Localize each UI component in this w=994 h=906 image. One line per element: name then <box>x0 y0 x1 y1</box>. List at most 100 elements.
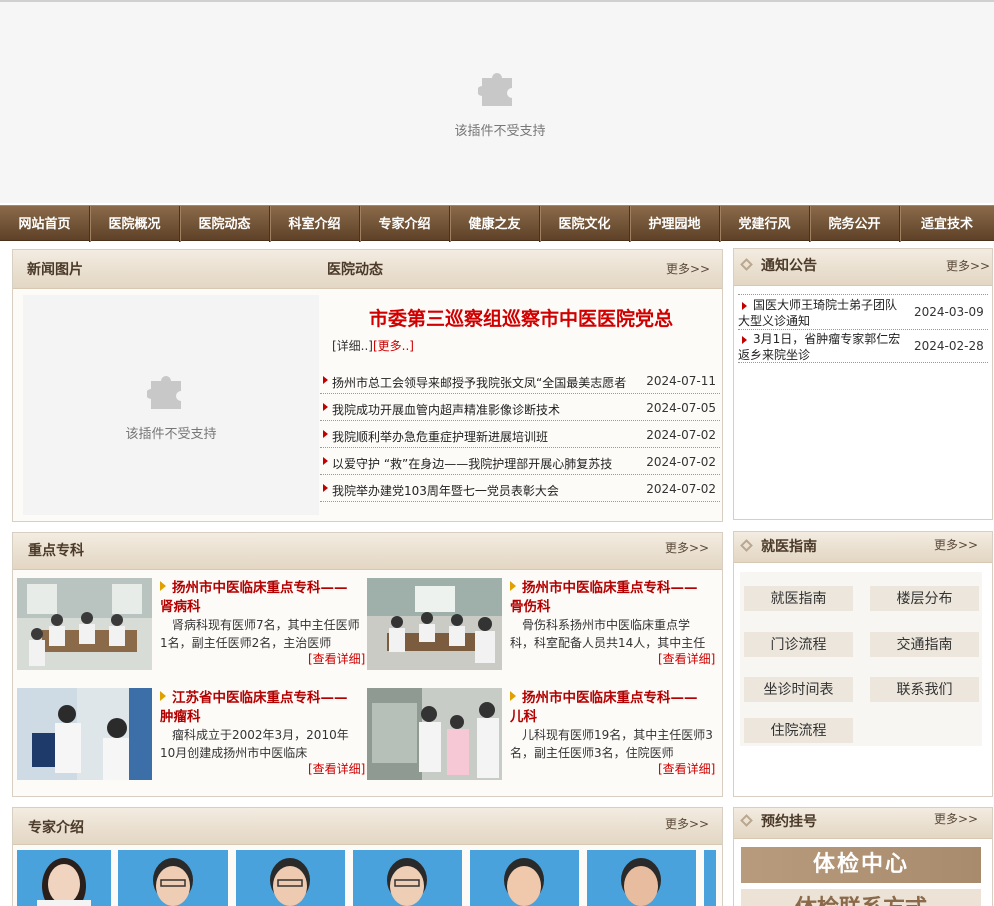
headline-detail-link[interactable]: [详细..] <box>332 339 373 353</box>
department-photo[interactable] <box>17 688 152 780</box>
nav-item-affairs[interactable]: 院务公开 <box>810 206 899 242</box>
news-item-title[interactable]: 我院成功开展血管内超声精准影像诊断技术 <box>332 401 648 418</box>
banner-physical-exam-contact[interactable]: 体检联系方式 <box>741 889 981 906</box>
nav-item-news[interactable]: 医院动态 <box>180 206 269 242</box>
news-list-item[interactable]: 以爱守护 “救”在身边——我院护理部开展心肺复苏技 2024-07-02 <box>320 448 720 475</box>
department-description: 骨伤科系扬州市中医临床重点学科，科室配备人员共14人，其中主任 <box>510 618 706 650</box>
guide-button-floor-layout[interactable]: 楼层分布 <box>870 586 979 611</box>
expert-photo[interactable] <box>17 850 111 906</box>
experts-panel-header <box>13 808 722 845</box>
red-arrow-icon <box>323 376 328 384</box>
experts-title: 专家介绍 <box>28 820 84 836</box>
nav-item-departments[interactable]: 科室介绍 <box>270 206 359 242</box>
news-headline[interactable]: 市委第三巡察组巡察市中医医院党总 <box>321 304 721 331</box>
experts-more-link[interactable]: 更多>> <box>665 808 709 844</box>
nav-item-overview[interactable]: 医院概况 <box>90 206 179 242</box>
booking-more-link[interactable]: 更多>> <box>934 808 978 838</box>
expert-photo[interactable] <box>470 850 579 906</box>
department-title[interactable]: 扬州市中医临床重点专科——儿科 <box>510 689 710 727</box>
key-departments-more-link[interactable]: 更多>> <box>665 533 709 569</box>
department-detail-link[interactable]: [查看详细] <box>658 760 715 777</box>
puzzle-icon <box>147 376 181 409</box>
news-item-date: 2024-07-05 <box>646 401 716 415</box>
nav-item-home[interactable]: 网站首页 <box>0 206 89 242</box>
triangle-icon <box>510 581 516 591</box>
guide-title: 就医指南 <box>740 532 817 562</box>
nav-item-techniques[interactable]: 适宜技术 <box>900 206 994 242</box>
notice-item[interactable]: 国医大师王琦院士弟子团队大型义诊通知 2024-03-09 <box>738 296 988 330</box>
news-item-date: 2024-07-11 <box>646 374 716 388</box>
triangle-icon <box>510 691 516 701</box>
department-description: 瘤科成立于2002年3月，2010年10月创建成扬州市中医临床 <box>160 728 349 760</box>
department-description: 肾病科现有医师7名，其中主任医师1名，副主任医师2名，主治医师 <box>160 618 360 650</box>
expert-photo[interactable] <box>118 850 228 906</box>
banner-physical-exam-center[interactable]: 体检中心 <box>741 847 981 883</box>
news-item-date: 2024-07-02 <box>646 455 716 469</box>
notices-more-link[interactable]: 更多>> <box>946 249 990 283</box>
department-title[interactable]: 扬州市中医临床重点专科——骨伤科 <box>510 579 710 617</box>
news-item-title[interactable]: 我院举办建党103周年暨七一党员表彰大会 <box>332 482 648 499</box>
headline-more-link[interactable]: [更多..] <box>373 339 414 353</box>
plugin-unsupported-text: 该插件不受支持 <box>454 124 546 139</box>
department-detail-link[interactable]: [查看详细] <box>658 650 715 667</box>
notices-panel: 通知公告 更多>> 国医大师王琦院士弟子团队大型义诊通知 2024-03-09 … <box>733 248 993 520</box>
news-photo-slideshow: 该插件不受支持 <box>23 295 319 515</box>
triangle-icon <box>160 581 166 591</box>
department-title[interactable]: 江苏省中医临床重点专科——肿瘤科 <box>160 689 360 727</box>
department-photo[interactable] <box>17 578 152 670</box>
hospital-news-title: 医院动态 <box>327 262 383 278</box>
news-item-title[interactable]: 扬州市总工会领导来邮授予我院张文凤“全国最美志愿者 <box>332 374 648 391</box>
news-item-date: 2024-07-02 <box>646 428 716 442</box>
banner-physical-exam-contact-text: 体检联系方式 <box>741 891 981 906</box>
department-detail-link[interactable]: [查看详细] <box>308 650 365 667</box>
triangle-icon <box>160 691 166 701</box>
key-departments-header <box>13 533 722 570</box>
guide-button-inpatient-flow[interactable]: 住院流程 <box>744 718 853 743</box>
diamond-icon <box>740 814 753 827</box>
plugin-placeholder-top: 该插件不受支持 <box>0 0 994 203</box>
red-arrow-icon <box>323 484 328 492</box>
notice-title[interactable]: 3月1日，省肿瘤专家郭仁宏返乡来院坐诊 <box>738 331 906 363</box>
guide-more-link[interactable]: 更多>> <box>934 532 978 562</box>
plugin-unsupported-text: 该插件不受支持 <box>125 427 217 442</box>
nav-item-party[interactable]: 党建行风 <box>720 206 809 242</box>
notice-date: 2024-03-09 <box>914 305 984 319</box>
news-list-item[interactable]: 我院举办建党103周年暨七一党员表彰大会 2024-07-02 <box>320 475 720 502</box>
puzzle-icon <box>478 73 512 106</box>
nav-item-culture[interactable]: 医院文化 <box>540 206 629 242</box>
news-list-item[interactable]: 扬州市总工会领导来邮授予我院张文凤“全国最美志愿者 2024-07-11 <box>320 367 720 394</box>
key-departments-title: 重点专科 <box>28 543 84 559</box>
notice-title[interactable]: 国医大师王琦院士弟子团队大型义诊通知 <box>738 297 906 329</box>
notice-date: 2024-02-28 <box>914 339 984 353</box>
guide-button-outpatient-flow[interactable]: 门诊流程 <box>744 632 853 657</box>
news-item-date: 2024-07-02 <box>646 482 716 496</box>
expert-photo[interactable] <box>353 850 462 906</box>
guide-button-transport[interactable]: 交通指南 <box>870 632 979 657</box>
nav-item-nursing[interactable]: 护理园地 <box>630 206 719 242</box>
nav-item-health[interactable]: 健康之友 <box>450 206 539 242</box>
guide-button-medical-guide[interactable]: 就医指南 <box>744 586 853 611</box>
hospital-news-more-link[interactable]: 更多>> <box>666 250 710 288</box>
expert-photo[interactable] <box>236 850 345 906</box>
expert-photo[interactable] <box>704 850 716 906</box>
guide-button-contact[interactable]: 联系我们 <box>870 677 979 702</box>
guide-panel: 就医指南 更多>> <box>733 531 993 797</box>
news-item-title[interactable]: 以爱守护 “救”在身边——我院护理部开展心肺复苏技 <box>332 455 648 472</box>
guide-button-schedule[interactable]: 坐诊时间表 <box>744 677 853 702</box>
department-description: 儿科现有医师19名，其中主任医师3名，副主任医师3名，住院医师 <box>510 728 713 760</box>
diamond-icon <box>740 258 753 271</box>
department-photo[interactable] <box>367 578 502 670</box>
red-arrow-icon <box>323 403 328 411</box>
department-detail-link[interactable]: [查看详细] <box>308 760 365 777</box>
headline-links: [详细..][更多..] <box>332 337 414 354</box>
department-photo[interactable] <box>367 688 502 780</box>
nav-item-experts[interactable]: 专家介绍 <box>360 206 449 242</box>
notices-title: 通知公告 <box>740 249 817 283</box>
expert-photo[interactable] <box>587 850 696 906</box>
notice-item[interactable]: 3月1日，省肿瘤专家郭仁宏返乡来院坐诊 2024-02-28 <box>738 330 988 363</box>
department-title[interactable]: 扬州市中医临床重点专科——肾病科 <box>160 579 360 617</box>
news-list-item[interactable]: 我院顺利举办急危重症护理新进展培训班 2024-07-02 <box>320 421 720 448</box>
news-item-title[interactable]: 我院顺利举办急危重症护理新进展培训班 <box>332 428 648 445</box>
red-arrow-icon <box>323 430 328 438</box>
news-list-item[interactable]: 我院成功开展血管内超声精准影像诊断技术 2024-07-05 <box>320 394 720 421</box>
